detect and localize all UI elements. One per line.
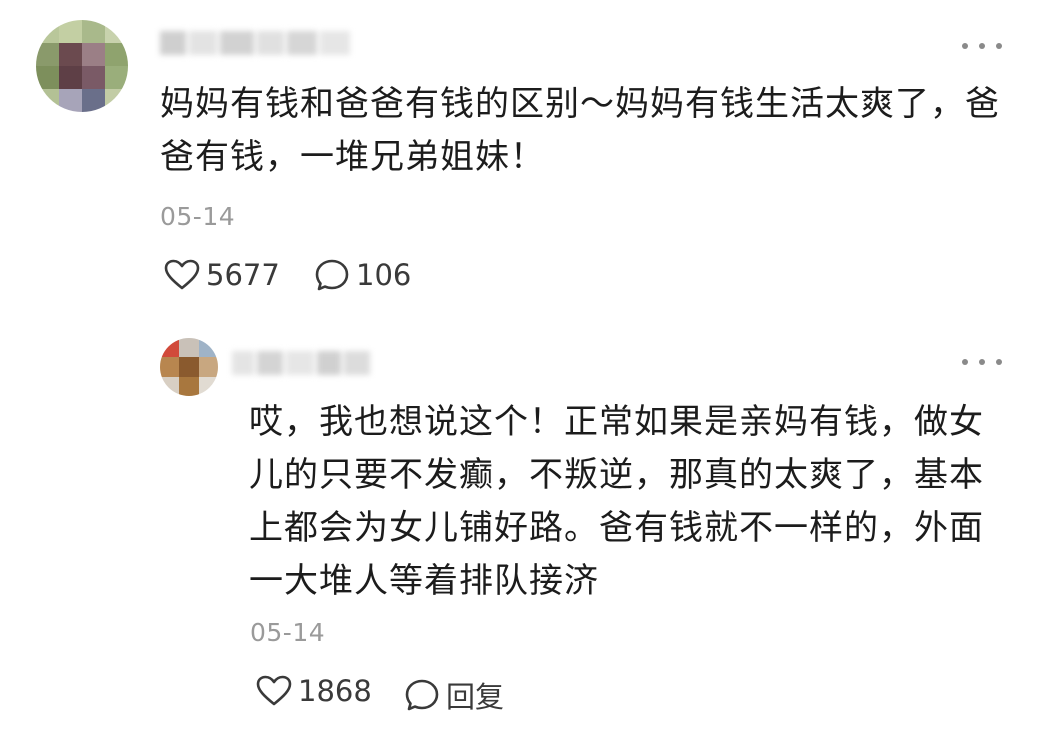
like-count: 5677 [206,258,280,292]
reply-label: 回复 [446,680,505,714]
avatar[interactable] [160,338,218,396]
more-dots-icon[interactable] [962,352,1002,372]
like-button[interactable]: 5677 [164,258,280,292]
comment-date: 05-14 [160,202,236,231]
username-blurred[interactable] [232,348,372,378]
comment-text: 哎，我也想说这个！正常如果是亲妈有钱，做女儿的只要不发癫，不叛逆，那真的太爽了，… [249,402,984,601]
comment-bubble-icon [405,679,439,711]
like-button[interactable]: 1868 [256,674,372,708]
heart-icon [164,259,200,290]
reply-count: 106 [356,258,412,292]
more-dots-icon[interactable] [962,36,1002,56]
username-blurred[interactable] [160,28,351,58]
comment-main: 妈妈有钱和爸爸有钱的区别～妈妈有钱生活太爽了，爸爸有钱，一堆兄弟姐妹！ 05-1… [0,0,1054,320]
comment-bubble-icon [315,259,349,291]
reply-button[interactable]: 106 [314,258,411,292]
comment-text: 妈妈有钱和爸爸有钱的区别～妈妈有钱生活太爽了，爸爸有钱，一堆兄弟姐妹！ [160,84,1000,177]
reply-button[interactable]: 回复 [404,674,504,716]
avatar[interactable] [36,20,128,112]
comment-date: 05-14 [250,618,326,647]
like-count: 1868 [298,674,372,708]
heart-icon [256,675,292,706]
comment-reply: 哎，我也想说这个！正常如果是亲妈有钱，做女儿的只要不发癫，不叛逆，那真的太爽了，… [0,320,1054,730]
